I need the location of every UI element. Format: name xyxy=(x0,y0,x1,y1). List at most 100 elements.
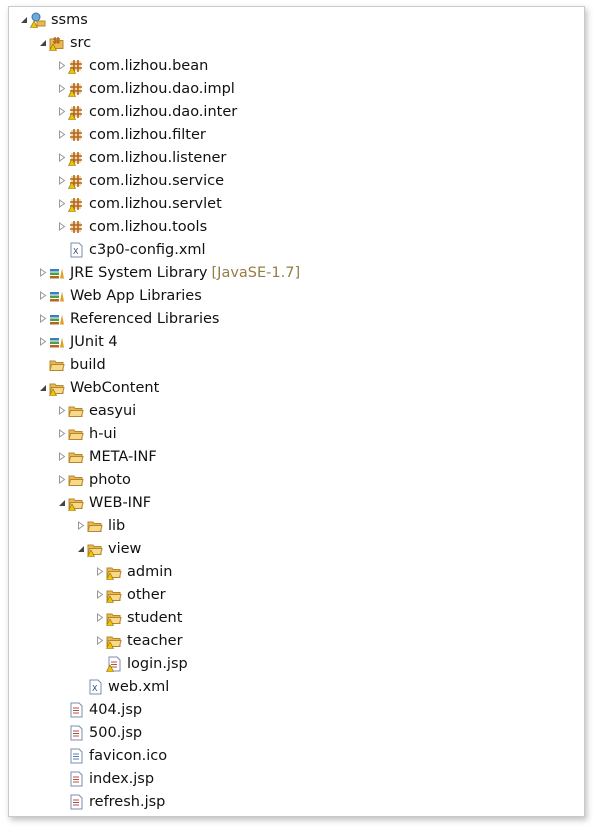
expanded-arrow-icon[interactable] xyxy=(38,38,47,47)
tree-item[interactable]: src xyxy=(38,31,91,54)
collapsed-arrow-icon[interactable] xyxy=(95,613,104,622)
tree-item[interactable]: Web App Libraries xyxy=(38,284,202,307)
jsp-file-icon xyxy=(68,771,84,787)
package-icon xyxy=(68,81,84,97)
tree-item-label: com.lizhou.dao.inter xyxy=(89,103,238,120)
tree-item[interactable]: com.lizhou.service xyxy=(57,169,224,192)
jsp-file-icon xyxy=(68,725,84,741)
tree-item[interactable]: teacher xyxy=(95,629,183,652)
library-icon xyxy=(49,334,65,350)
library-icon xyxy=(49,311,65,327)
tree-item[interactable]: Xc3p0-config.xml xyxy=(57,238,206,261)
tree-item-label: 404.jsp xyxy=(89,701,143,718)
tree-item[interactable]: student xyxy=(95,606,182,629)
tree-item-label: favicon.ico xyxy=(89,747,168,764)
collapsed-arrow-icon[interactable] xyxy=(38,291,47,300)
expanded-arrow-icon[interactable] xyxy=(38,383,47,392)
collapsed-arrow-icon[interactable] xyxy=(57,475,66,484)
tree-item-label: ssms xyxy=(51,11,88,28)
collapsed-arrow-icon[interactable] xyxy=(95,567,104,576)
tree-item-decoration: [JavaSE-1.7] xyxy=(211,264,301,281)
tree-item-label: admin xyxy=(127,563,173,580)
collapsed-arrow-icon[interactable] xyxy=(57,429,66,438)
expanded-arrow-icon[interactable] xyxy=(76,544,85,553)
collapsed-arrow-icon[interactable] xyxy=(76,521,85,530)
expanded-arrow-icon[interactable] xyxy=(57,498,66,507)
tree-item[interactable]: WebContent xyxy=(38,376,159,399)
collapsed-arrow-icon[interactable] xyxy=(57,130,66,139)
expanded-arrow-icon[interactable] xyxy=(19,15,28,24)
collapsed-arrow-icon[interactable] xyxy=(57,406,66,415)
tree-item[interactable]: favicon.ico xyxy=(57,744,167,767)
folder-icon xyxy=(49,357,65,373)
folder-icon xyxy=(106,610,122,626)
library-icon xyxy=(49,288,65,304)
tree-item[interactable]: Xweb.xml xyxy=(76,675,169,698)
tree-item[interactable]: view xyxy=(76,537,141,560)
tree-item[interactable]: index.jsp xyxy=(57,767,154,790)
tree-item[interactable]: com.lizhou.bean xyxy=(57,54,208,77)
tree-item-label: com.lizhou.bean xyxy=(89,57,209,74)
collapsed-arrow-icon[interactable] xyxy=(57,199,66,208)
tree-item[interactable]: com.lizhou.listener xyxy=(57,146,226,169)
collapsed-arrow-icon[interactable] xyxy=(38,268,47,277)
tree-item[interactable]: META-INF xyxy=(57,445,157,468)
tree-item[interactable]: com.lizhou.dao.impl xyxy=(57,77,235,100)
tree-item[interactable]: lib xyxy=(76,514,125,537)
xml-file-icon: X xyxy=(87,679,103,695)
folder-icon xyxy=(106,587,122,603)
tree-item-label: com.lizhou.listener xyxy=(89,149,227,166)
tree-item[interactable]: admin xyxy=(95,560,172,583)
collapsed-arrow-icon[interactable] xyxy=(95,636,104,645)
tree-item[interactable]: login.jsp xyxy=(95,652,188,675)
collapsed-arrow-icon[interactable] xyxy=(57,222,66,231)
tree-item[interactable]: JUnit 4 xyxy=(38,330,118,353)
folder-icon xyxy=(68,426,84,442)
tree-item[interactable]: ssms xyxy=(19,8,88,31)
tree-item[interactable]: photo xyxy=(57,468,131,491)
tree-item[interactable]: WEB-INF xyxy=(57,491,151,514)
tree-item[interactable]: build xyxy=(38,353,106,376)
tree-item-label: Web App Libraries xyxy=(70,287,202,304)
collapsed-arrow-icon[interactable] xyxy=(57,107,66,116)
collapsed-arrow-icon[interactable] xyxy=(57,153,66,162)
collapsed-arrow-icon[interactable] xyxy=(57,61,66,70)
xml-file-icon: X xyxy=(68,242,84,258)
collapsed-arrow-icon[interactable] xyxy=(57,84,66,93)
source-folder-icon xyxy=(49,35,65,51)
tree-item-label: other xyxy=(127,586,166,603)
tree-item-label: easyui xyxy=(89,402,137,419)
tree-item[interactable]: other xyxy=(95,583,166,606)
tree-item-label: 500.jsp xyxy=(89,724,143,741)
tree-item[interactable]: com.lizhou.tools xyxy=(57,215,207,238)
collapsed-arrow-icon[interactable] xyxy=(38,314,47,323)
collapsed-arrow-icon[interactable] xyxy=(57,452,66,461)
svg-text:X: X xyxy=(73,247,79,256)
tree-item[interactable]: easyui xyxy=(57,399,136,422)
tree-item[interactable]: 404.jsp xyxy=(57,698,142,721)
package-icon xyxy=(68,104,84,120)
tree-item[interactable]: 500.jsp xyxy=(57,721,142,744)
tree-item[interactable]: com.lizhou.dao.inter xyxy=(57,100,237,123)
tree-item[interactable]: Referenced Libraries xyxy=(38,307,219,330)
tree-item-label: c3p0-config.xml xyxy=(89,241,206,258)
tree-item-label: com.lizhou.filter xyxy=(89,126,206,143)
tree-item-label: build xyxy=(70,356,106,373)
tree-item[interactable]: com.lizhou.servlet xyxy=(57,192,222,215)
tree-item-label: com.lizhou.service xyxy=(89,172,225,189)
collapsed-arrow-icon[interactable] xyxy=(38,337,47,346)
project-icon xyxy=(30,12,46,28)
folder-icon xyxy=(68,495,84,511)
tree-item[interactable]: refresh.jsp xyxy=(57,790,165,813)
collapsed-arrow-icon[interactable] xyxy=(95,590,104,599)
collapsed-arrow-icon[interactable] xyxy=(57,176,66,185)
tree-item[interactable]: com.lizhou.filter xyxy=(57,123,206,146)
tree-item[interactable]: JRE System Library [JavaSE-1.7] xyxy=(38,261,300,284)
tree-item[interactable]: h-ui xyxy=(57,422,117,445)
tree-item-label: view xyxy=(108,540,142,557)
